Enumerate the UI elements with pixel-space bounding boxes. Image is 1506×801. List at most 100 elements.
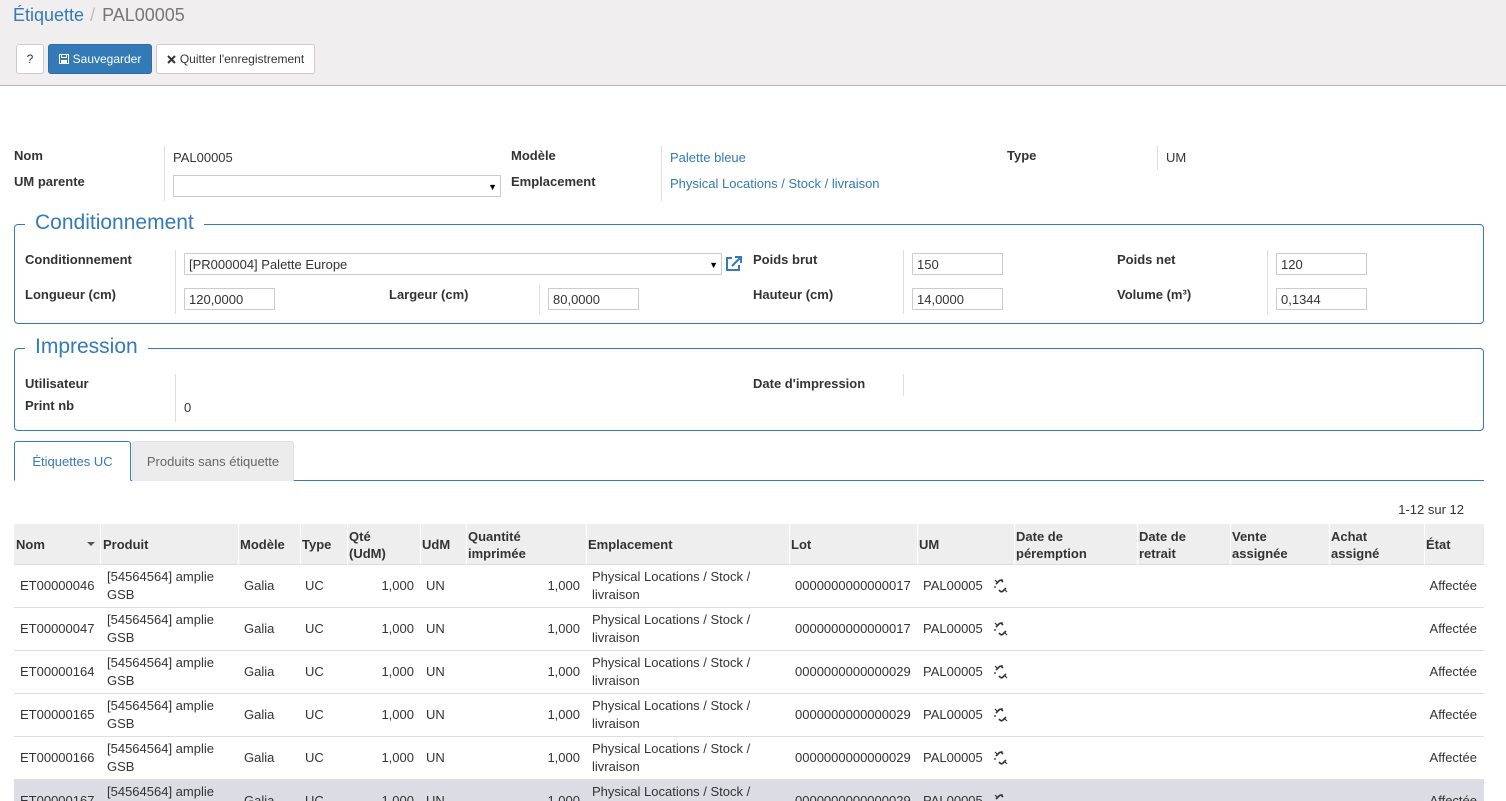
poids-brut-input[interactable]: 150 (912, 253, 1003, 275)
cell-udm: UN (426, 664, 445, 679)
conditionnement-select[interactable]: [PR000004] Palette Europe ▼ (184, 253, 722, 275)
cell-qte: 1,000 (381, 707, 414, 722)
unlink-icon[interactable] (993, 664, 1009, 680)
cell-empl-line2: livraison (592, 716, 640, 731)
col-quantite-imprimee[interactable]: Quantité imprimée (466, 524, 586, 565)
hauteur-label: Hauteur (cm) (753, 287, 834, 302)
sort-desc-icon (87, 542, 95, 546)
col-perem-line1: Date de (1016, 528, 1063, 544)
cell-emplacement: Physical Locations / Stock /livraison (592, 780, 787, 801)
cell-type: UC (305, 750, 324, 765)
table-row[interactable]: ET00000165 [54564564] amplie GSB Galia UC… (14, 694, 1484, 737)
modele-link[interactable]: Palette bleue (670, 150, 746, 165)
cell-etat: Affectée (1429, 750, 1477, 765)
poids-net-input[interactable]: 120 (1276, 253, 1367, 275)
cell-produit: [54564564] amplieGSB (107, 565, 237, 607)
unlink-icon[interactable] (993, 793, 1009, 801)
col-perem-line2: péremption (1016, 545, 1087, 561)
cell-quantite-imprimee: 1,000 (547, 578, 580, 593)
breadcrumb-separator: / (90, 5, 96, 25)
cell-produit-line1: [54564564] amplie (107, 612, 214, 627)
col-modele[interactable]: Modèle (238, 524, 300, 565)
table-row[interactable]: ET00000167 [54564564] amplieGSB Galia UC… (14, 780, 1484, 801)
cell-lot: 0000000000000017 (795, 621, 911, 636)
impression-fieldset: Impression (14, 335, 1484, 431)
tab-etiquettes-uc[interactable]: Étiquettes UC (14, 441, 131, 481)
largeur-input[interactable]: 80,0000 (548, 288, 639, 310)
col-produit[interactable]: Produit (101, 524, 238, 565)
cell-etat: Affectée (1429, 793, 1477, 801)
col-achat-assigne[interactable]: Achat assigné (1329, 524, 1424, 565)
volume-input[interactable]: 0,1344 (1276, 288, 1367, 310)
control-panel: Étiquette / PAL00005 ? Sauvegarder Quitter… (0, 0, 1506, 86)
cell-lot: 0000000000000017 (795, 578, 911, 593)
col-etat[interactable]: État (1424, 524, 1484, 565)
cell-etat: Affectée (1429, 664, 1477, 679)
cell-emplacement: Physical Locations / Stock /livraison (592, 737, 787, 779)
poids-brut-label: Poids brut (753, 252, 818, 267)
cell-modele: Galia (244, 578, 275, 593)
external-link-icon[interactable] (724, 255, 743, 273)
cell-quantite-imprimee: 1,000 (547, 664, 580, 679)
cell-nom: ET00000047 (20, 621, 95, 636)
nom-label: Nom (14, 148, 43, 163)
cell-um: PAL00005 (923, 621, 983, 636)
cell-qte: 1,000 (381, 793, 414, 801)
save-button[interactable]: Sauvegarder (48, 44, 152, 74)
emplacement-link[interactable]: Physical Locations / Stock / livraison (670, 176, 880, 191)
cell-udm: UN (426, 707, 445, 722)
col-emplacement[interactable]: Emplacement (586, 524, 789, 565)
longueur-input[interactable]: 120,0000 (184, 288, 275, 310)
conditionnement-legend: Conditionnement (25, 211, 204, 235)
cell-produit-line1: [54564564] amplie (107, 784, 214, 799)
cell-produit: [54564564] amplieGSB (107, 780, 237, 801)
cell-etat: Affectée (1429, 578, 1477, 593)
date-impression-label: Date d'impression (753, 376, 866, 391)
hauteur-input[interactable]: 14,0000 (912, 288, 1003, 310)
largeur-label: Largeur (cm) (389, 287, 469, 302)
cell-produit-line2: GSB (107, 759, 135, 774)
col-type[interactable]: Type (300, 524, 347, 565)
conditionnement-label: Conditionnement (25, 252, 132, 267)
longueur-label: Longueur (cm) (25, 287, 116, 302)
table-row[interactable]: ET00000166 [54564564] amplie GSB Galia UC… (14, 737, 1484, 780)
discard-button[interactable]: Quitter l'enregistrement (156, 44, 315, 74)
poids-net-label: Poids net (1117, 252, 1176, 267)
cell-etat: Affectée (1429, 707, 1477, 722)
col-retrait[interactable]: Date de retrait (1137, 524, 1230, 565)
parent-select[interactable]: ▼ (173, 175, 501, 197)
conditionnement-select-value: [PR000004] Palette Europe (189, 256, 348, 272)
col-udm[interactable]: UdM (420, 524, 466, 565)
unlink-icon[interactable] (993, 750, 1009, 766)
modele-label: Modèle (511, 148, 556, 163)
cell-quantite-imprimee: 1,000 (547, 707, 580, 722)
col-vente-assignee[interactable]: Vente assignée (1230, 524, 1329, 565)
col-peremption[interactable]: Date de péremption (1014, 524, 1137, 565)
cell-um: PAL00005 (923, 707, 983, 722)
unlink-icon[interactable] (993, 578, 1009, 594)
col-lot[interactable]: Lot (789, 524, 917, 565)
field-separator (661, 146, 662, 201)
cell-produit-line2: GSB (107, 673, 135, 688)
cell-type: UC (305, 707, 324, 722)
tab-produits-sans-etiquette[interactable]: Produits sans étiquette (132, 441, 294, 481)
close-icon (167, 54, 176, 64)
breadcrumb-parent[interactable]: Étiquette (13, 5, 84, 25)
table-row[interactable]: ET00000046 [54564564] amplie GSB Galia UC… (14, 565, 1484, 608)
cell-qte: 1,000 (381, 750, 414, 765)
table-row[interactable]: ET00000047 [54564564] amplie GSB Galia UC… (14, 608, 1484, 651)
cell-quantite-imprimee: 1,000 (547, 621, 580, 636)
cell-udm: UN (426, 621, 445, 636)
cell-nom: ET00000166 (20, 750, 95, 765)
col-um[interactable]: UM (917, 524, 1014, 565)
unlink-icon[interactable] (993, 621, 1009, 637)
col-qte[interactable]: Qté (UdM) (347, 524, 420, 565)
cell-etat: Affectée (1429, 621, 1477, 636)
cell-empl-line1: Physical Locations / Stock / (592, 655, 751, 670)
cell-emplacement: Physical Locations / Stock /livraison (592, 565, 787, 607)
help-button[interactable]: ? (16, 44, 44, 74)
unlink-icon[interactable] (993, 707, 1009, 723)
cell-nom: ET00000046 (20, 578, 95, 593)
table-row[interactable]: ET00000164 [54564564] amplie GSB Galia UC… (14, 651, 1484, 694)
cell-produit-line1: [54564564] amplie (107, 655, 214, 670)
